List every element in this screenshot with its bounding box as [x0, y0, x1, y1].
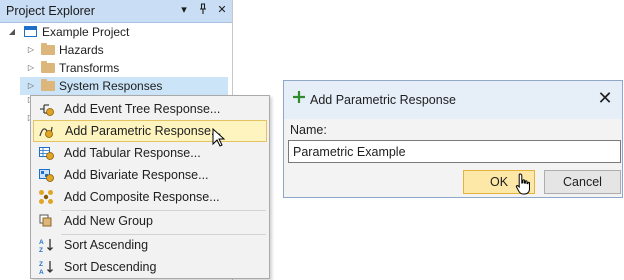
menu-item-add-parametric-response[interactable]: Add Parametric Response...: [33, 120, 267, 142]
panel-title: Project Explorer: [6, 4, 95, 18]
parametric-response-icon: [38, 123, 54, 139]
plus-icon: [291, 89, 307, 105]
close-icon[interactable]: ✕: [597, 89, 613, 107]
tree-item-hazards[interactable]: ▷ Hazards: [0, 41, 230, 59]
project-icon: [24, 26, 37, 37]
folder-icon: [41, 79, 55, 91]
svg-text:A: A: [39, 269, 44, 275]
dropdown-arrow-icon[interactable]: ▾: [178, 3, 190, 17]
cancel-button[interactable]: Cancel: [544, 170, 621, 194]
panel-title-bar: Project Explorer ▾ ✕: [0, 0, 232, 23]
tree-item-label: Hazards: [59, 43, 104, 57]
expand-arrow-icon[interactable]: ▷: [26, 59, 36, 77]
tree-item-project[interactable]: ◢ Example Project: [0, 23, 230, 41]
collapse-arrow-icon[interactable]: ◢: [7, 23, 17, 41]
tree-item-transforms[interactable]: ▷ Transforms: [0, 59, 230, 77]
tree-item-label: System Responses: [59, 79, 163, 93]
folder-icon: [41, 61, 55, 73]
tabular-response-icon: [38, 145, 54, 161]
dialog-header: Add Parametric Response ✕: [284, 81, 622, 119]
ok-button[interactable]: OK: [463, 170, 535, 194]
event-tree-response-icon: [38, 101, 54, 117]
panel-title-icons: ▾ ✕: [178, 3, 228, 17]
context-menu: Add Event Tree Response... Add Parametri…: [30, 95, 270, 279]
menu-item-sort-descending[interactable]: ZA Sort Descending: [33, 256, 267, 278]
tree-item-system-responses[interactable]: ▷ System Responses: [0, 77, 230, 95]
tree-item-label: Transforms: [59, 61, 120, 75]
new-group-icon: [38, 213, 54, 229]
sort-ascending-icon: AZ: [38, 237, 54, 254]
pin-icon[interactable]: [197, 3, 209, 17]
menu-item-add-composite-response[interactable]: Add Composite Response...: [33, 186, 267, 208]
expand-arrow-icon[interactable]: ▷: [26, 77, 36, 95]
add-parametric-response-dialog: Add Parametric Response ✕ Name: OK Cance…: [283, 80, 623, 198]
svg-text:Z: Z: [39, 247, 43, 253]
menu-item-sort-ascending[interactable]: AZ Sort Ascending: [33, 234, 267, 256]
svg-text:A: A: [39, 239, 44, 246]
dialog-title: Add Parametric Response: [310, 93, 456, 107]
menu-item-add-bivariate-response[interactable]: Add Bivariate Response...: [33, 164, 267, 186]
name-label: Name:: [290, 123, 327, 137]
svg-text:Z: Z: [39, 261, 43, 268]
sort-descending-icon: ZA: [38, 259, 54, 276]
menu-item-add-event-tree-response[interactable]: Add Event Tree Response...: [33, 98, 267, 120]
bivariate-response-icon: [38, 167, 54, 183]
close-icon[interactable]: ✕: [216, 3, 228, 17]
folder-icon: [41, 43, 55, 55]
expand-arrow-icon[interactable]: ▷: [26, 41, 36, 59]
tree-item-label: Example Project: [42, 25, 130, 39]
composite-response-icon: [38, 189, 54, 205]
menu-item-add-new-group[interactable]: Add New Group: [33, 210, 267, 232]
name-input[interactable]: [288, 140, 621, 163]
menu-item-add-tabular-response[interactable]: Add Tabular Response...: [33, 142, 267, 164]
